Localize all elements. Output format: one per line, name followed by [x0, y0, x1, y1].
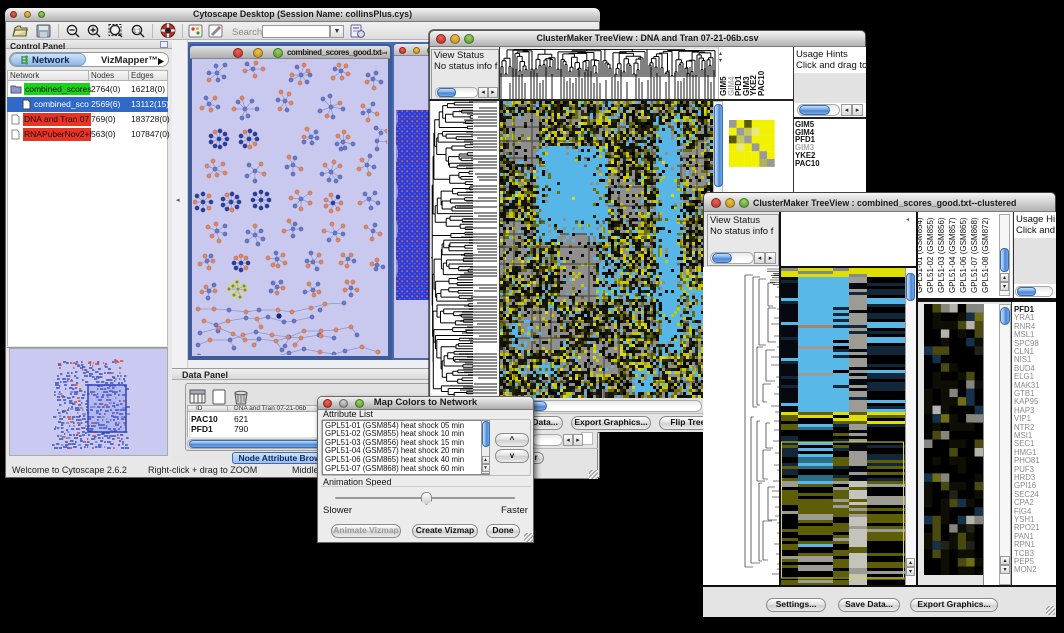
svg-text:1:1: 1:1 — [133, 28, 140, 34]
